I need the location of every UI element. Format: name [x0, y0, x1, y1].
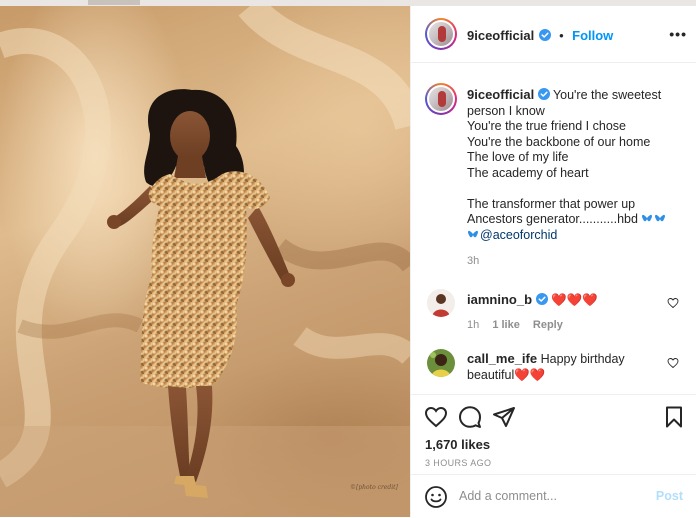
commenter-avatar-image — [427, 289, 455, 317]
caption-avatar[interactable] — [425, 83, 457, 115]
post-header: 9iceofficial • Follow ••• — [411, 6, 696, 63]
butterfly-emoji-icon — [468, 230, 478, 237]
comment-like-count[interactable]: 1 like — [492, 319, 520, 331]
comment-text-continued: beautiful — [467, 367, 515, 382]
comment-hearts: ❤️❤️ — [514, 367, 546, 382]
comment-meta: 1h 1 like Reply — [467, 319, 667, 331]
author-username[interactable]: 9iceofficial — [467, 28, 534, 43]
caption-mention[interactable]: @aceoforchid — [480, 228, 557, 242]
comment-reply-button[interactable]: Reply — [533, 319, 563, 331]
paper-plane-icon[interactable] — [492, 405, 516, 429]
post-side-panel: 9iceofficial • Follow ••• 9iceofficial Y… — [410, 6, 696, 517]
bookmark-icon[interactable] — [662, 405, 686, 429]
verified-badge-icon — [538, 29, 551, 41]
post-timestamp[interactable]: 3 HOURS AGO — [425, 458, 491, 468]
commenter-avatar-image — [427, 349, 455, 377]
comment-text: Happy birthday — [540, 352, 625, 366]
comment-input[interactable] — [459, 485, 649, 507]
comment-username[interactable]: iamnino_b — [467, 292, 532, 307]
post-photo[interactable]: ©[photo credit] — [0, 6, 410, 517]
header-identity: 9iceofficial • Follow — [467, 27, 613, 45]
commenter-avatar[interactable] — [427, 349, 455, 377]
comment-like-heart-icon[interactable] — [667, 357, 679, 369]
caption-age[interactable]: 3h — [467, 254, 689, 270]
photo-illustration — [0, 6, 410, 517]
author-avatar[interactable] — [425, 18, 457, 50]
post-comment-button[interactable]: Post — [656, 489, 683, 503]
comment-bubble-icon[interactable] — [458, 405, 482, 429]
post-actions: 1,670 likes 3 HOURS AGO — [411, 394, 696, 475]
verified-badge-icon — [537, 88, 550, 100]
caption-username[interactable]: 9iceofficial — [467, 87, 534, 102]
post-caption: 9iceofficial You're the sweetest person … — [467, 87, 689, 270]
butterfly-emoji-icon — [642, 214, 666, 222]
heart-icon[interactable] — [424, 405, 448, 429]
header-separator: • — [559, 28, 564, 43]
follow-button[interactable]: Follow — [572, 28, 613, 43]
comment-username[interactable]: call_me_ife — [467, 351, 537, 366]
comment-hearts: ❤️❤️❤️ — [550, 293, 598, 307]
like-count[interactable]: 1,670 likes — [425, 437, 490, 452]
smiley-icon[interactable] — [424, 485, 448, 509]
verified-badge-icon — [535, 293, 548, 305]
commenter-avatar[interactable] — [427, 289, 455, 317]
comment-item: iamnino_b ❤️❤️❤️ 1h 1 like Reply — [467, 292, 667, 331]
top-strip-fragment — [88, 0, 140, 5]
comment-item: call_me_ife Happy birthday beautiful❤️❤️ — [467, 351, 667, 383]
comment-like-heart-icon[interactable] — [667, 297, 679, 309]
caption-first-line: You're the sweetest — [552, 88, 662, 102]
comments-list[interactable]: 9iceofficial You're the sweetest person … — [411, 63, 696, 393]
photo-watermark: ©[photo credit] — [350, 484, 398, 491]
add-comment-bar: Post — [411, 474, 696, 518]
more-options-icon[interactable]: ••• — [669, 26, 687, 42]
comment-age[interactable]: 1h — [467, 319, 479, 331]
caption-body: person I know You're the true friend I c… — [467, 103, 651, 227]
